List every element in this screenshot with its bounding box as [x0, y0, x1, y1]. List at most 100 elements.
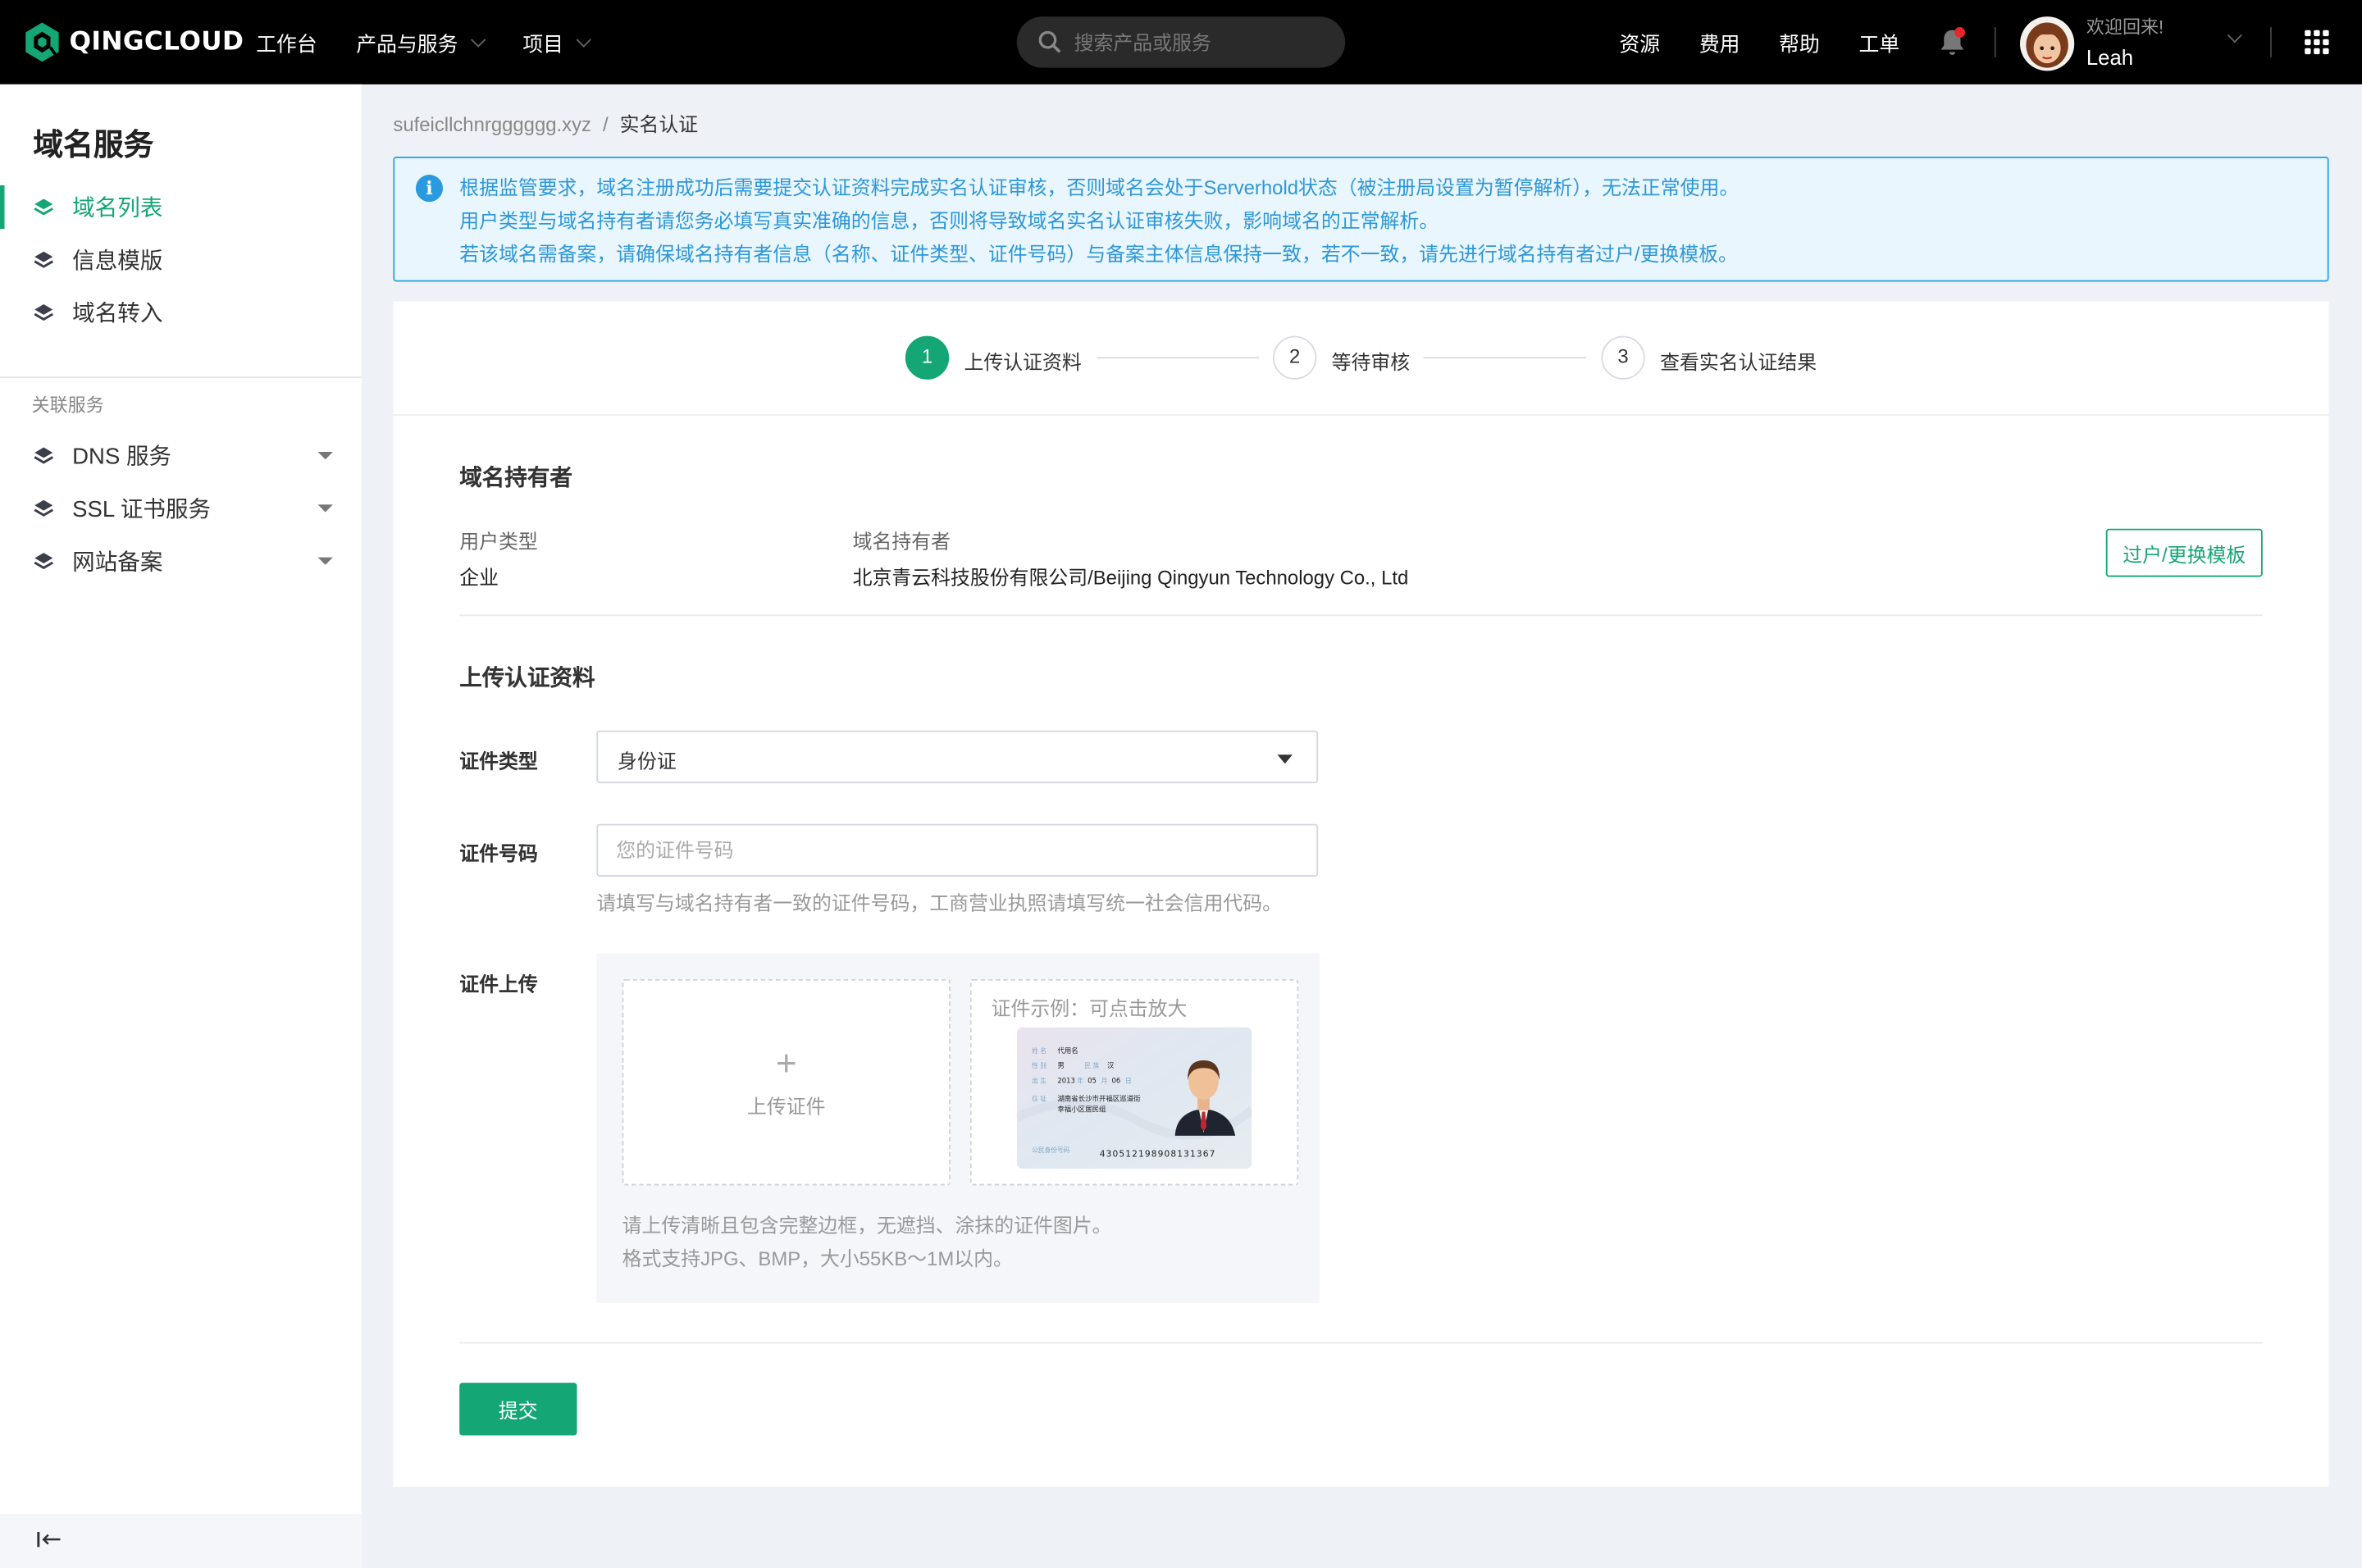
svg-text:姓 名: 姓 名 — [1032, 1046, 1046, 1055]
cert-type-label: 证件类型 — [459, 750, 538, 773]
breadcrumb-current: 实名认证 — [619, 112, 699, 136]
sidebar-title: 域名服务 — [33, 129, 154, 163]
svg-text:性 别: 性 别 — [1032, 1061, 1046, 1069]
collapse-sidebar-icon[interactable] — [36, 1529, 63, 1550]
cert-type-value: 身份证 — [618, 750, 677, 773]
sidebar-divider — [0, 376, 362, 379]
nav-products[interactable]: 产品与服务 — [356, 27, 486, 57]
step-connector — [1423, 357, 1587, 359]
section-divider — [459, 614, 2263, 617]
top-bar: QINGCLOUD 工作台 产品与服务 项目 资源 费用 — [0, 0, 2362, 84]
sidebar-item-label: 信息模版 — [72, 248, 163, 275]
card-address-1: 湖南省长沙市开福区巡道街 — [1057, 1095, 1141, 1103]
sidebar-item-info-template[interactable]: 信息模版 — [0, 234, 362, 286]
nav-projects[interactable]: 项目 — [522, 27, 591, 57]
logo-text: QINGCLOUD — [69, 27, 244, 57]
layers-icon — [34, 446, 54, 463]
step-1-label: 上传认证资料 — [964, 350, 1082, 374]
step-2-circle: 2 — [1273, 335, 1317, 380]
notice-line: 根据监管要求，域名注册成功后需要提交认证资料完成实名认证审核，否则域名会处于Se… — [459, 175, 1740, 199]
svg-text:月: 月 — [1101, 1078, 1108, 1085]
holder-section-title: 域名持有者 — [459, 465, 572, 491]
chevron-down-icon — [576, 31, 591, 47]
user-menu-chevron-icon[interactable] — [2227, 28, 2242, 43]
upload-section-title: 上传认证资料 — [459, 665, 595, 692]
cert-number-input[interactable] — [596, 823, 1319, 877]
main-card: 1 上传认证资料 2 等待审核 3 查看实名认证结果 域名持有者 用户类型 企业… — [393, 301, 2329, 1487]
card-ethnicity: 汉 — [1107, 1061, 1115, 1069]
chevron-down-icon — [471, 31, 486, 47]
sidebar-item-dns[interactable]: DNS 服务 — [0, 429, 362, 481]
cert-number-label: 证件号码 — [459, 841, 538, 865]
step-connector — [1097, 357, 1260, 359]
card-birth-month: 05 — [1088, 1077, 1097, 1085]
svg-text:公民身份号码: 公民身份号码 — [1032, 1146, 1070, 1154]
related-services-label: 关联服务 — [31, 394, 104, 416]
breadcrumb: sufeicllchnrgggggg.xyz / 实名认证 — [393, 108, 698, 137]
upload-dropzone-label: 上传证件 — [746, 1095, 826, 1118]
step-3-label: 查看实名认证结果 — [1660, 350, 1817, 374]
upload-note: 格式支持JPG、BMP，大小55KB～1M以内。 — [622, 1247, 1013, 1270]
bell-icon[interactable] — [1936, 25, 1968, 58]
link-help[interactable]: 帮助 — [1779, 27, 1820, 57]
sidebar-item-icp[interactable]: 网站备案 — [0, 535, 362, 587]
transfer-template-button[interactable]: 过户/更换模板 — [2105, 528, 2263, 577]
card-name: 代用名 — [1057, 1046, 1078, 1055]
global-search[interactable] — [1016, 16, 1346, 68]
caret-down-icon — [317, 504, 333, 513]
svg-text:民 族: 民 族 — [1084, 1061, 1099, 1069]
example-preview[interactable]: 证件示例：可点击放大 姓 名 性 别 出 生 住 址 公民身份号码 代用名 男 … — [969, 978, 1299, 1186]
sidebar-item-label: 网站备案 — [72, 549, 163, 576]
id-card-illustration: 姓 名 性 别 出 生 住 址 公民身份号码 代用名 男 民 族 汉 2013 — [1016, 1027, 1252, 1169]
sidebar-footer — [0, 1513, 362, 1568]
user-type-label: 用户类型 — [459, 530, 538, 554]
sidebar-item-ssl[interactable]: SSL 证书服务 — [0, 482, 362, 535]
nav-products-label: 产品与服务 — [356, 33, 458, 56]
sidebar-item-label: SSL 证书服务 — [72, 497, 212, 523]
app-grid-icon[interactable] — [2305, 30, 2329, 55]
cert-upload-label: 证件上传 — [459, 973, 538, 996]
caret-down-icon — [1277, 754, 1293, 764]
notice-line: 用户类型与域名持有者请您务必填写真实准确的信息，否则将导致域名实名认证审核失败，… — [459, 209, 1439, 232]
cert-number-hint: 请填写与域名持有者一致的证件号码，工商营业执照请填写统一社会信用代码。 — [596, 891, 1283, 914]
welcome-text: 欢迎回来! — [2086, 16, 2164, 38]
search-input[interactable] — [1070, 29, 1334, 56]
username: Leah — [2086, 45, 2134, 70]
cert-type-select[interactable]: 身份证 — [596, 730, 1319, 784]
sidebar-item-domain-list[interactable]: 域名列表 — [0, 180, 362, 233]
sidebar-item-label: 域名转入 — [72, 301, 163, 327]
user-type-value: 企业 — [459, 566, 499, 590]
breadcrumb-domain-link[interactable]: sufeicllchnrgggggg.xyz — [393, 113, 591, 136]
submit-button[interactable]: 提交 — [459, 1383, 577, 1436]
upload-dropzone[interactable]: + 上传证件 — [622, 978, 951, 1186]
step-2-label: 等待审核 — [1331, 350, 1411, 374]
qingcloud-logo-icon — [25, 22, 59, 62]
notification-dot — [1954, 27, 1966, 38]
breadcrumb-separator: / — [602, 112, 609, 136]
svg-text:日: 日 — [1125, 1078, 1132, 1085]
layers-icon — [34, 552, 54, 569]
notice-line: 若该域名需备案，请确保域名持有者信息（名称、证件类型、证件号码）与备案主体信息保… — [459, 242, 1738, 266]
link-tickets[interactable]: 工单 — [1859, 27, 1900, 57]
nav-workbench[interactable]: 工作台 — [256, 27, 317, 57]
card-birth-day: 06 — [1112, 1077, 1121, 1085]
nav-workbench-label: 工作台 — [256, 33, 317, 56]
caret-down-icon — [317, 557, 333, 565]
upload-note: 请上传清晰且包含完整边框，无遮挡、涂抹的证件图片。 — [622, 1214, 1112, 1237]
card-id-number: 430512198908131367 — [1100, 1149, 1216, 1160]
notice-banner: i 根据监管要求，域名注册成功后需要提交认证资料完成实名认证审核，否则域名会处于… — [393, 157, 2329, 282]
plus-icon: + — [775, 1043, 797, 1085]
related-services-nav: DNS 服务 SSL 证书服务 网站备案 — [0, 429, 362, 587]
qingcloud-logo[interactable]: QINGCLOUD — [24, 18, 244, 66]
avatar[interactable] — [2020, 16, 2075, 71]
holder-label: 域名持有者 — [852, 530, 951, 554]
info-icon: i — [415, 175, 444, 203]
layers-icon — [34, 198, 54, 215]
link-resources[interactable]: 资源 — [1619, 27, 1660, 57]
sidebar-item-domain-transfer[interactable]: 域名转入 — [0, 286, 362, 339]
id-card-example-image[interactable]: 姓 名 性 别 出 生 住 址 公民身份号码 代用名 男 民 族 汉 2013 — [1016, 1027, 1252, 1169]
holder-value: 北京青云科技股份有限公司/Beijing Qingyun Technology … — [852, 566, 1409, 590]
link-billing[interactable]: 费用 — [1699, 27, 1740, 57]
step-1-circle: 1 — [905, 335, 950, 380]
card-birth-year: 2013 — [1057, 1077, 1074, 1085]
